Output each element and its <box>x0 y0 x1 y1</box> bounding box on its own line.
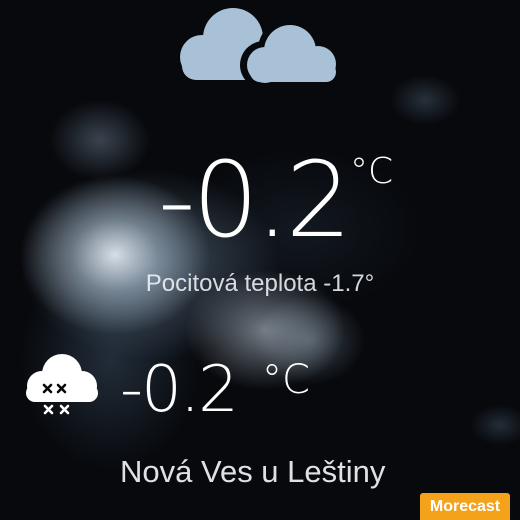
snow-cloud-icon <box>26 354 98 415</box>
feels-like-temperature: Pocitová teplota -1.7° <box>145 270 375 297</box>
weather-widget: -0.2 °C Pocitová teplota -1.7° -0.2 °C N… <box>0 0 520 520</box>
location-name: Nová Ves u Leštiny <box>120 454 386 489</box>
current-temperature: -0.2 <box>158 139 352 261</box>
cloudy-icon <box>180 8 342 84</box>
current-temperature-unit: °C <box>350 151 394 192</box>
forecast-temperature-unit: °C <box>262 357 310 403</box>
morecast-logo[interactable]: Morecast <box>420 493 510 520</box>
forecast-temperature: -0.2 <box>120 353 239 427</box>
